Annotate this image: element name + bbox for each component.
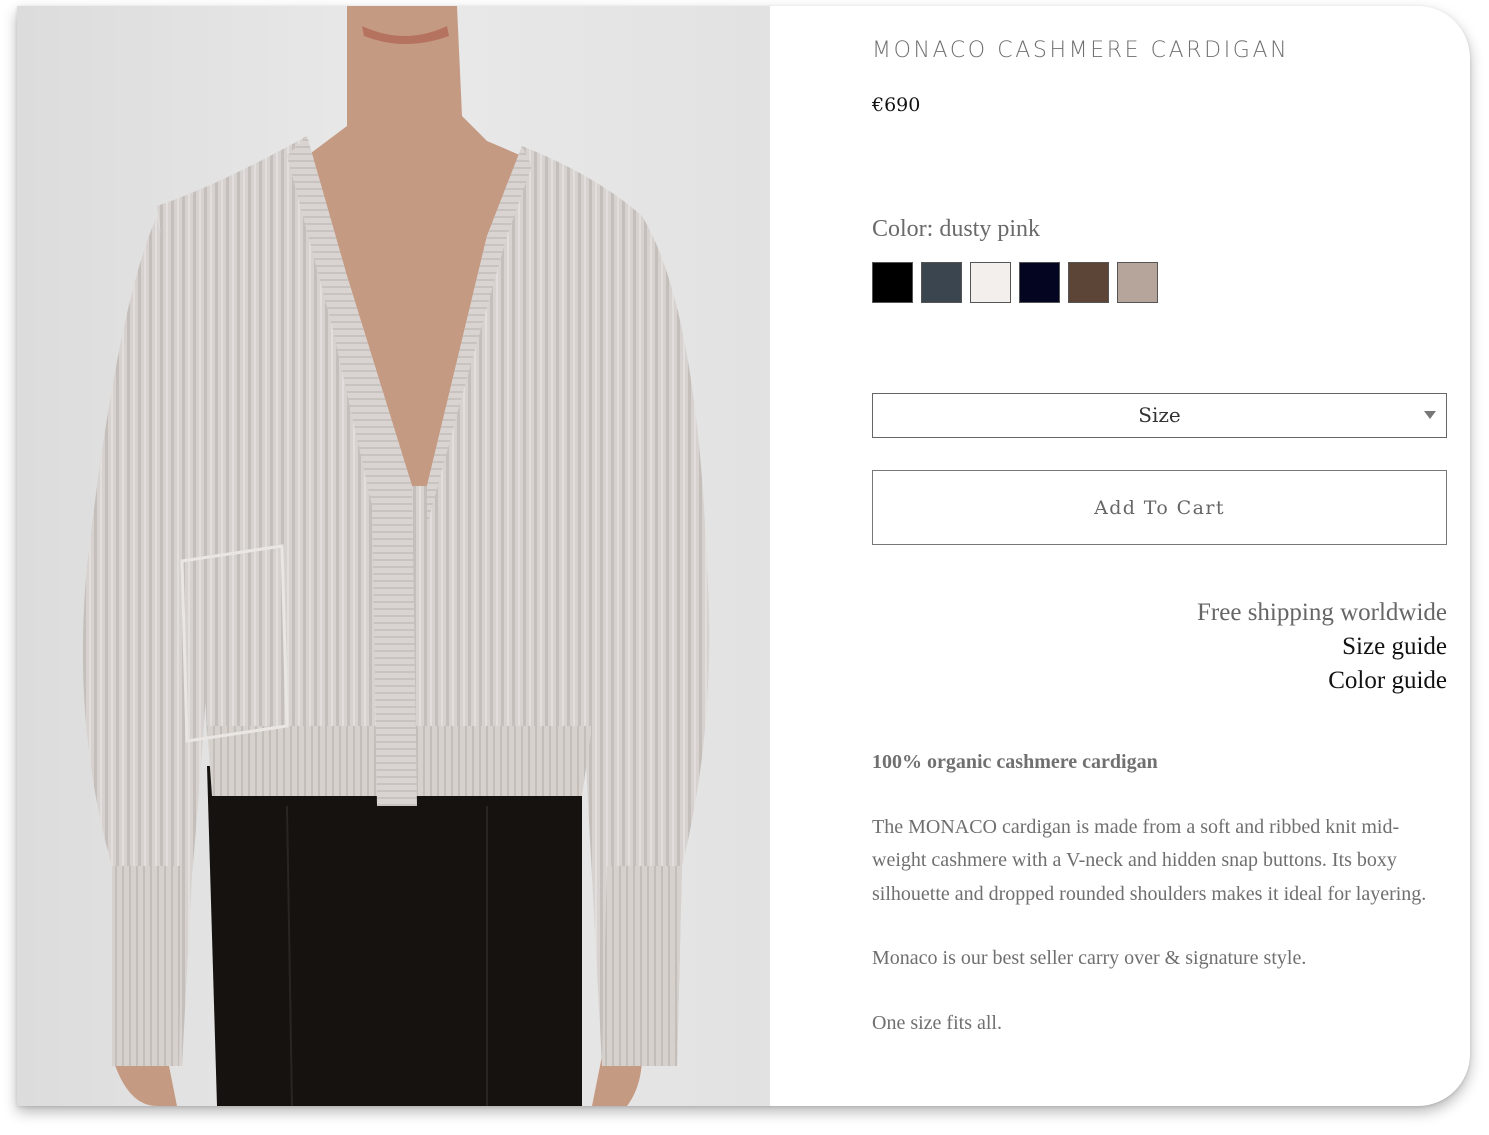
swatch-off-white[interactable] (970, 262, 1011, 303)
add-to-cart-button[interactable]: Add To Cart (872, 470, 1447, 545)
size-dropdown[interactable]: Size (872, 393, 1447, 438)
swatch-dusty-pink[interactable] (1117, 262, 1158, 303)
product-description: 100% organic cashmere cardigan The MONAC… (872, 746, 1452, 1071)
swatch-black[interactable] (872, 262, 913, 303)
swatch-navy[interactable] (1019, 262, 1060, 303)
color-guide-link[interactable]: Color guide (1197, 664, 1447, 698)
size-dropdown-label: Size (1138, 403, 1181, 427)
product-image[interactable] (17, 6, 770, 1106)
product-title: MONACO CASHMERE CARDIGAN (872, 38, 1290, 63)
description-paragraph: One size fits all. (872, 1011, 1002, 1034)
color-swatches (872, 262, 1158, 303)
product-price: €690 (872, 94, 921, 116)
info-links: Free shipping worldwide Size guide Color… (1197, 596, 1447, 698)
swatch-brown[interactable] (1068, 262, 1109, 303)
color-label: Color: dusty pink (872, 216, 1041, 242)
swatch-charcoal[interactable] (921, 262, 962, 303)
description-heading: 100% organic cashmere cardigan (872, 751, 1158, 773)
chevron-down-icon (1424, 411, 1436, 419)
description-paragraph: Monaco is our best seller carry over & s… (872, 947, 1307, 969)
description-paragraph: The MONACO cardigan is made from a soft … (872, 815, 1427, 905)
size-guide-link[interactable]: Size guide (1197, 630, 1447, 664)
free-shipping-text: Free shipping worldwide (1197, 599, 1447, 626)
product-card: MONACO CASHMERE CARDIGAN €690 Color: dus… (17, 6, 1470, 1106)
